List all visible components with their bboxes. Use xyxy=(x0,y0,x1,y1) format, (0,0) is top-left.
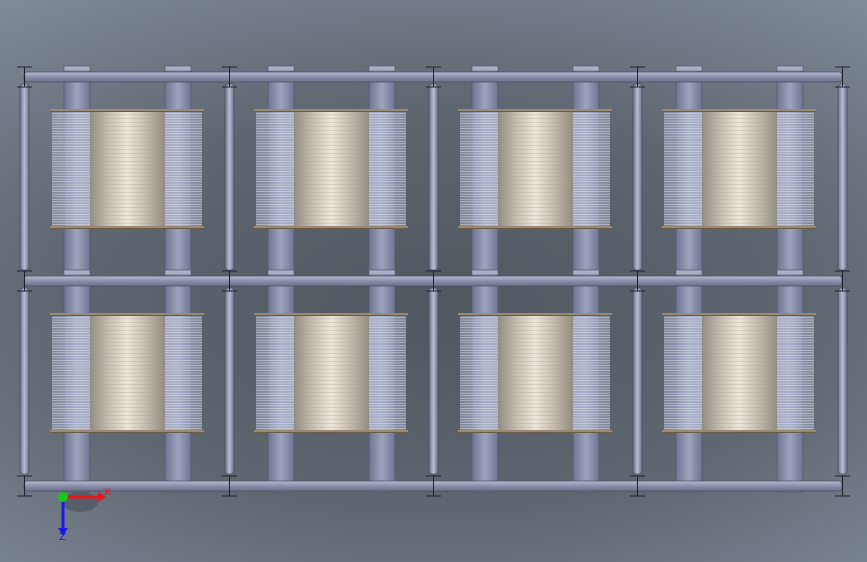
bar-cap xyxy=(776,269,804,276)
transformer-array-model[interactable] xyxy=(0,0,867,562)
transformer-unit xyxy=(50,269,204,493)
vertical-post xyxy=(837,83,848,271)
bar-cap xyxy=(368,65,396,72)
end-plate-bottom xyxy=(254,430,408,433)
bar-cap xyxy=(267,269,295,276)
end-plate-top xyxy=(662,109,816,112)
transformer-unit xyxy=(254,269,408,493)
vertical-post xyxy=(224,83,235,271)
transformer-unit xyxy=(662,269,816,493)
transformer-unit xyxy=(50,65,204,289)
vertical-post xyxy=(428,287,439,475)
transformer-unit xyxy=(458,65,612,289)
transformer-unit xyxy=(458,269,612,493)
graphics-viewport[interactable]: X Z xyxy=(0,0,867,562)
transformer-unit xyxy=(662,65,816,289)
end-plate-top xyxy=(50,109,204,112)
end-plate-bottom xyxy=(662,430,816,433)
bar-cap xyxy=(471,269,499,276)
end-plate-top xyxy=(458,313,612,316)
vertical-post xyxy=(19,287,30,475)
bar-cap xyxy=(471,65,499,72)
x-axis-label: X xyxy=(104,487,111,498)
vertical-post xyxy=(837,287,848,475)
end-plate-bottom xyxy=(50,430,204,433)
vertical-post xyxy=(19,83,30,271)
z-axis-label: Z xyxy=(59,532,66,543)
bar-cap xyxy=(776,65,804,72)
end-plate-top xyxy=(458,109,612,112)
bar-cap xyxy=(63,269,91,276)
vertical-post xyxy=(428,83,439,271)
vertical-post xyxy=(224,287,235,475)
vertical-post xyxy=(632,83,643,271)
bar-cap xyxy=(63,65,91,72)
bar-cap xyxy=(164,269,192,276)
bar-cap xyxy=(368,269,396,276)
end-plate-top xyxy=(254,313,408,316)
vertical-post xyxy=(632,287,643,475)
bar-cap xyxy=(572,65,600,72)
transformer-unit xyxy=(254,65,408,289)
end-plate-bottom xyxy=(458,430,612,433)
bar-cap xyxy=(572,269,600,276)
end-plate-top xyxy=(254,109,408,112)
end-plate-bottom xyxy=(458,226,612,229)
bar-cap xyxy=(675,269,703,276)
end-plate-bottom xyxy=(254,226,408,229)
y-axis-marker xyxy=(58,492,68,502)
end-plate-bottom xyxy=(662,226,816,229)
bar-cap xyxy=(164,65,192,72)
end-plate-bottom xyxy=(50,226,204,229)
bar-cap xyxy=(267,65,295,72)
bar-cap xyxy=(675,65,703,72)
end-plate-top xyxy=(662,313,816,316)
end-plate-top xyxy=(50,313,204,316)
axis-triad xyxy=(58,492,106,536)
